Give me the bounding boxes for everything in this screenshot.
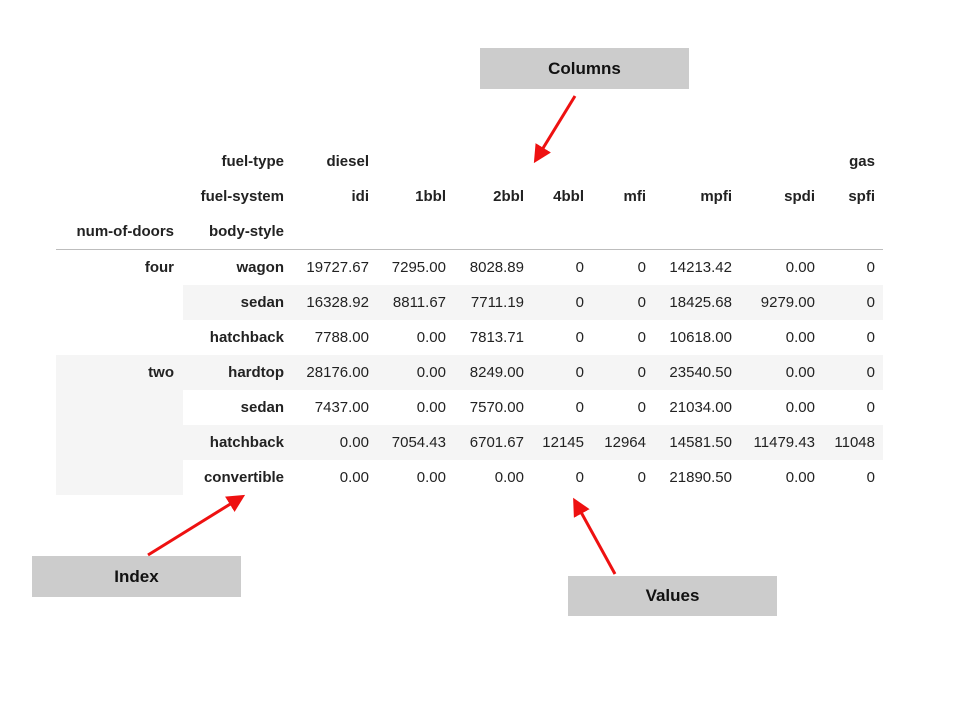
columns-arrow xyxy=(533,95,577,164)
values-arrow xyxy=(573,497,617,575)
annotation-arrows xyxy=(147,95,617,575)
index-arrow xyxy=(147,494,246,557)
